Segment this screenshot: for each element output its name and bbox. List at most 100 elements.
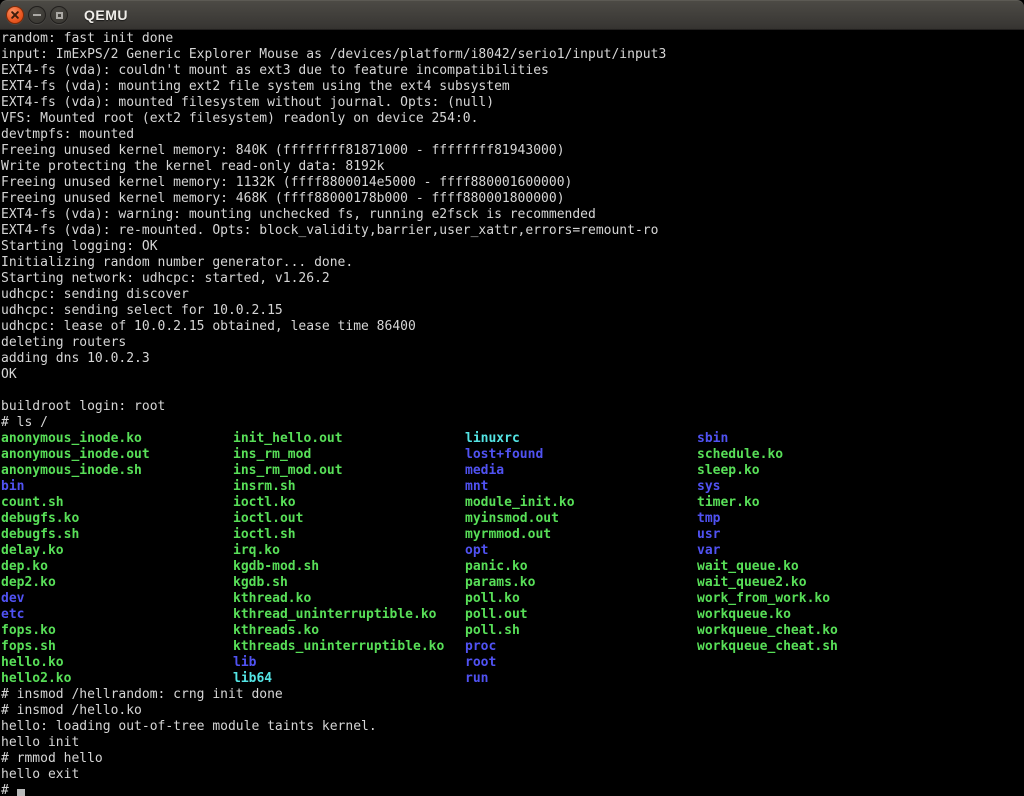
file-entry: kthread_uninterruptible.ko	[233, 607, 465, 623]
terminal-line: Write protecting the kernel read-only da…	[1, 159, 1024, 175]
terminal-line: devtmpfs: mounted	[1, 127, 1024, 143]
maximize-button[interactable]	[50, 6, 68, 24]
file-entry: anonymous_inode.ko	[1, 431, 233, 447]
file-entry: anonymous_inode.sh	[1, 463, 233, 479]
file-entry: sys	[697, 479, 720, 494]
file-entry: count.sh	[1, 495, 233, 511]
file-entry: mnt	[465, 479, 697, 495]
terminal-line: Starting network: udhcpc: started, v1.26…	[1, 271, 1024, 287]
terminal-line: random: fast init done	[1, 31, 1024, 47]
close-button[interactable]	[6, 6, 24, 24]
terminal-line: anonymous_inode.koinit_hello.outlinuxrcs…	[1, 431, 1024, 447]
file-entry: hello2.ko	[1, 671, 233, 687]
window-titlebar[interactable]: QEMU	[0, 0, 1024, 30]
file-entry: poll.out	[465, 607, 697, 623]
file-entry: lib	[233, 655, 465, 671]
file-entry: kthread.ko	[233, 591, 465, 607]
terminal-line: EXT4-fs (vda): mounting ext2 file system…	[1, 79, 1024, 95]
terminal-line: debugfs.shioctl.shmyrmmod.outusr	[1, 527, 1024, 543]
file-entry: etc	[1, 607, 233, 623]
terminal-line: fops.shkthreads_uninterruptible.koprocwo…	[1, 639, 1024, 655]
terminal-line: EXT4-fs (vda): mounted filesystem withou…	[1, 95, 1024, 111]
window-title: QEMU	[84, 7, 128, 23]
file-entry: usr	[697, 527, 720, 542]
terminal-line: udhcpc: sending select for 10.0.2.15	[1, 303, 1024, 319]
close-icon	[10, 10, 20, 20]
terminal-screen[interactable]: random: fast init doneinput: ImExPS/2 Ge…	[0, 30, 1024, 796]
terminal-line: Freeing unused kernel memory: 468K (ffff…	[1, 191, 1024, 207]
terminal-line: deleting routers	[1, 335, 1024, 351]
terminal-line: Freeing unused kernel memory: 840K (ffff…	[1, 143, 1024, 159]
maximize-icon	[56, 12, 63, 19]
file-entry: anonymous_inode.out	[1, 447, 233, 463]
minimize-icon	[33, 14, 41, 16]
terminal-line: count.shioctl.komodule_init.kotimer.ko	[1, 495, 1024, 511]
terminal-line: # ls /	[1, 415, 1024, 431]
terminal-line: hello init	[1, 735, 1024, 751]
file-entry: bin	[1, 479, 233, 495]
terminal-line: hello: loading out-of-tree module taints…	[1, 719, 1024, 735]
file-entry: run	[465, 671, 697, 687]
terminal-line: anonymous_inode.outins_rm_modlost+founds…	[1, 447, 1024, 463]
file-entry: fops.sh	[1, 639, 233, 655]
terminal-line: EXT4-fs (vda): couldn't mount as ext3 du…	[1, 63, 1024, 79]
terminal-line: udhcpc: sending discover	[1, 287, 1024, 303]
terminal-line: udhcpc: lease of 10.0.2.15 obtained, lea…	[1, 319, 1024, 335]
file-entry: debugfs.ko	[1, 511, 233, 527]
terminal-line: Freeing unused kernel memory: 1132K (fff…	[1, 175, 1024, 191]
terminal-line: dep2.kokgdb.shparams.kowait_queue2.ko	[1, 575, 1024, 591]
file-entry: hello.ko	[1, 655, 233, 671]
file-entry: wait_queue2.ko	[697, 575, 807, 590]
file-entry: kthreads.ko	[233, 623, 465, 639]
file-entry: workqueue.ko	[697, 607, 791, 622]
file-entry: schedule.ko	[697, 447, 783, 462]
file-entry: poll.sh	[465, 623, 697, 639]
file-entry: myrmmod.out	[465, 527, 697, 543]
file-entry: sleep.ko	[697, 463, 760, 478]
terminal-line: debugfs.koioctl.outmyinsmod.outtmp	[1, 511, 1024, 527]
file-entry: tmp	[697, 511, 720, 526]
terminal-line: # insmod /hello.ko	[1, 703, 1024, 719]
file-entry: init_hello.out	[233, 431, 465, 447]
terminal-line: VFS: Mounted root (ext2 filesystem) read…	[1, 111, 1024, 127]
file-entry: wait_queue.ko	[697, 559, 799, 574]
file-entry: dep2.ko	[1, 575, 233, 591]
file-entry: root	[465, 655, 697, 671]
file-entry: sbin	[697, 431, 728, 446]
file-entry: ins_rm_mod	[233, 447, 465, 463]
terminal-line	[1, 383, 1024, 399]
file-entry: insrm.sh	[233, 479, 465, 495]
file-entry: lib64	[233, 671, 465, 687]
terminal-line: Starting logging: OK	[1, 239, 1024, 255]
file-entry: debugfs.sh	[1, 527, 233, 543]
file-entry: dep.ko	[1, 559, 233, 575]
terminal-line: # insmod /hellrandom: crng init done	[1, 687, 1024, 703]
terminal-line: hello2.kolib64run	[1, 671, 1024, 687]
terminal-line: bininsrm.shmntsys	[1, 479, 1024, 495]
file-entry: ioctl.sh	[233, 527, 465, 543]
file-entry: ioctl.out	[233, 511, 465, 527]
terminal-line: hello exit	[1, 767, 1024, 783]
terminal-cursor	[17, 789, 25, 796]
terminal-line: devkthread.kopoll.kowork_from_work.ko	[1, 591, 1024, 607]
file-entry: kgdb.sh	[233, 575, 465, 591]
file-entry: poll.ko	[465, 591, 697, 607]
file-entry: workqueue_cheat.ko	[697, 623, 838, 638]
minimize-button[interactable]	[28, 6, 46, 24]
terminal-line: #	[1, 783, 1024, 796]
terminal-line: OK	[1, 367, 1024, 383]
terminal-line: dep.kokgdb-mod.shpanic.kowait_queue.ko	[1, 559, 1024, 575]
file-entry: module_init.ko	[465, 495, 697, 511]
file-entry: opt	[465, 543, 697, 559]
file-entry: proc	[465, 639, 697, 655]
file-entry: ins_rm_mod.out	[233, 463, 465, 479]
terminal-line: buildroot login: root	[1, 399, 1024, 415]
file-entry: kgdb-mod.sh	[233, 559, 465, 575]
terminal-line: EXT4-fs (vda): re-mounted. Opts: block_v…	[1, 223, 1024, 239]
file-entry: timer.ko	[697, 495, 760, 510]
file-entry: lost+found	[465, 447, 697, 463]
file-entry: delay.ko	[1, 543, 233, 559]
terminal-line: Initializing random number generator... …	[1, 255, 1024, 271]
terminal-line: fops.kokthreads.kopoll.shworkqueue_cheat…	[1, 623, 1024, 639]
file-entry: var	[697, 543, 720, 558]
